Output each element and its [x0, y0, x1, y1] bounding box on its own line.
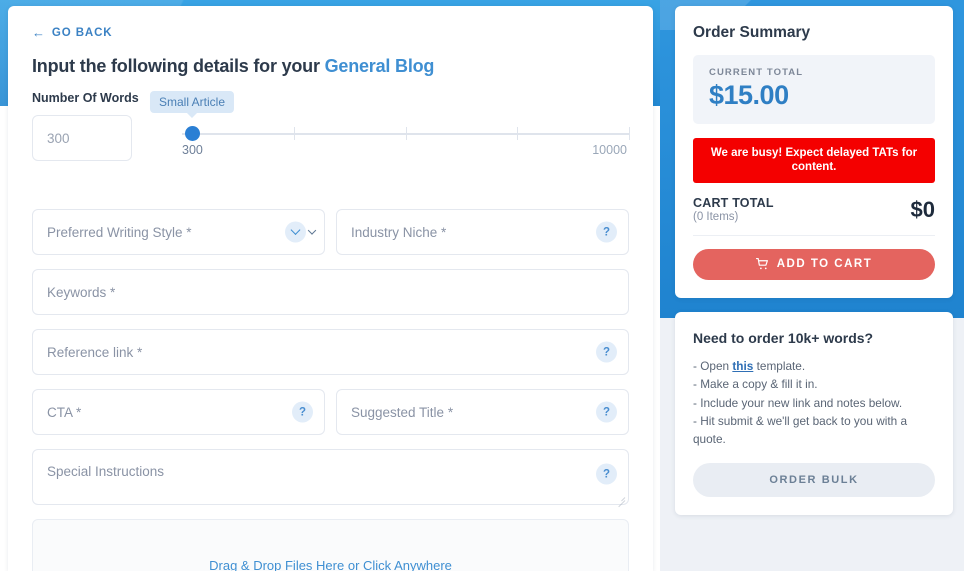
reference-link-placeholder: Reference link * [47, 344, 143, 360]
page-title-prefix: Input the following details for your [32, 56, 325, 76]
app-root: ← GO BACK Input the following details fo… [0, 0, 964, 571]
slider-min-label: 300 [182, 143, 203, 157]
special-instructions-placeholder: Special Instructions [47, 464, 165, 479]
cta-placeholder: CTA * [47, 404, 82, 420]
current-total-label: CURRENT TOTAL [709, 67, 804, 78]
number-of-words-label: Number Of Words [32, 91, 139, 105]
right-column: Order Summary CURRENT TOTAL $15.00 We ar… [675, 6, 953, 515]
page-title: Input the following details for your Gen… [32, 56, 629, 77]
bulk-template-link[interactable]: this [732, 359, 753, 373]
chevron-down-icon[interactable] [307, 225, 317, 235]
field-row-2: Keywords * [32, 269, 629, 315]
field-row-1: Preferred Writing Style * Industry Niche… [32, 209, 629, 255]
file-dropzone-label: Drag & Drop Files Here or Click Anywhere [209, 558, 452, 571]
number-of-words-input[interactable] [32, 115, 132, 161]
add-to-cart-button[interactable]: ADD TO CART [693, 248, 935, 280]
bulk-instruction-line: - Make a copy & fill it in. [693, 377, 818, 392]
slider-tick [629, 127, 630, 140]
bulk-line1-before: - Open [693, 358, 733, 373]
order-summary-title: Order Summary [693, 24, 811, 41]
reference-link-field[interactable]: Reference link * ? [32, 329, 629, 375]
help-icon[interactable]: ? [292, 401, 313, 423]
preferred-writing-style-field[interactable]: Preferred Writing Style * [32, 209, 325, 255]
number-of-words-section: Number Of Words Small Article 300 10000 [32, 91, 630, 161]
slider-tick [405, 127, 407, 140]
cart-total-amount: $0 [910, 196, 935, 222]
page-title-accent: General Blog [324, 56, 435, 76]
bulk-instruction-line: - Include your new link and notes below. [693, 395, 903, 410]
bulk-instruction-line: - Hit submit & we'll get back to you wit… [693, 413, 908, 447]
go-back-link[interactable]: ← GO BACK [32, 26, 113, 39]
bulk-order-title: Need to order 10k+ words? [693, 329, 874, 346]
suggested-title-placeholder: Suggested Title * [351, 404, 454, 420]
slider-track-wrapper[interactable] [182, 123, 630, 145]
slider-tick [517, 127, 519, 140]
order-summary-panel: Order Summary CURRENT TOTAL $15.00 We ar… [675, 6, 953, 298]
cart-items-count: (0 Items) [693, 210, 739, 223]
shopping-cart-icon [755, 258, 768, 270]
resize-handle-icon[interactable] [616, 493, 625, 502]
slider-tick [293, 127, 295, 140]
slider-max-label: 10000 [592, 143, 627, 157]
chevron-down-circle-icon[interactable] [285, 221, 306, 243]
suggested-title-field[interactable]: Suggested Title * ? [336, 389, 629, 435]
keywords-field[interactable]: Keywords * [32, 269, 629, 315]
cart-total-text-group: CART TOTAL (0 Items) [693, 196, 774, 223]
keywords-placeholder: Keywords * [47, 284, 116, 300]
current-total-value: $15.00 [709, 80, 789, 110]
industry-niche-placeholder: Industry Niche * [351, 224, 447, 240]
cart-total-label: CART TOTAL [693, 195, 774, 210]
cta-field[interactable]: CTA * ? [32, 389, 325, 435]
help-icon[interactable]: ? [596, 463, 617, 485]
bulk-line1-after: template. [753, 358, 806, 373]
preferred-writing-style-placeholder: Preferred Writing Style * [47, 224, 192, 240]
field-row-4: CTA * ? Suggested Title * ? [32, 389, 629, 435]
help-icon[interactable]: ? [596, 341, 617, 363]
bulk-order-instructions: - Open this template. - Make a copy & fi… [693, 357, 935, 449]
field-row-5: Special Instructions ? [32, 449, 629, 505]
go-back-label: GO BACK [51, 26, 113, 39]
arrow-left-icon: ← [32, 25, 46, 40]
field-row-3: Reference link * ? [32, 329, 629, 375]
preferred-writing-style-dropdown-icons[interactable] [285, 221, 317, 243]
add-to-cart-label: ADD TO CART [776, 258, 873, 271]
slider-tooltip: Small Article [149, 91, 235, 118]
help-icon[interactable]: ? [596, 221, 617, 243]
current-total-box: CURRENT TOTAL $15.00 [693, 55, 935, 124]
file-dropzone[interactable]: Drag & Drop Files Here or Click Anywhere [32, 519, 629, 571]
bulk-order-panel: Need to order 10k+ words? - Open this te… [675, 311, 953, 515]
help-icon[interactable]: ? [596, 401, 617, 423]
slider-handle[interactable] [185, 126, 200, 141]
number-of-words-left: Number Of Words [32, 91, 157, 161]
order-form-card: ← GO BACK Input the following details fo… [8, 6, 653, 571]
bulk-instruction-line: - Open this template. [693, 357, 935, 375]
industry-niche-field[interactable]: Industry Niche * ? [336, 209, 629, 255]
order-bulk-button[interactable]: ORDER BULK [693, 462, 935, 497]
special-instructions-field[interactable]: Special Instructions ? [32, 449, 629, 505]
busy-alert-banner: We are busy! Expect delayed TATs for con… [693, 138, 935, 183]
cart-total-row: CART TOTAL (0 Items) $0 [693, 196, 935, 236]
